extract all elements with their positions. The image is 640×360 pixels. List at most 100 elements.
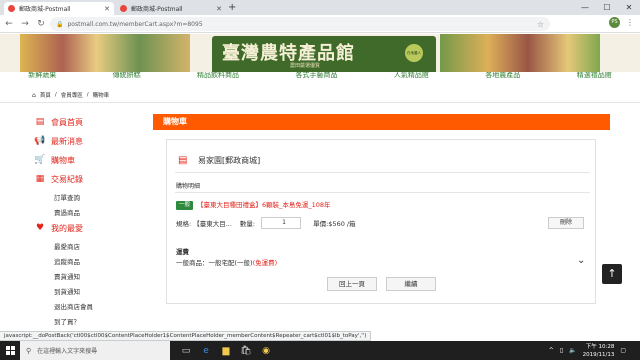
clock-date: 2019/11/13 [582, 351, 615, 358]
sidebar-item-label: 會員首頁 [51, 118, 83, 127]
postmall-favicon-icon [120, 5, 127, 12]
browser-tab-active[interactable]: 郵政商城-Postmall ✕ [4, 2, 114, 15]
category-item[interactable]: 人氣精品館 [394, 72, 429, 78]
sidebar-item-member-home[interactable]: ▤ 會員首頁 [34, 116, 134, 129]
sidebar-sub-tracked[interactable]: 追蹤商品 [54, 256, 134, 266]
category-item[interactable]: 精選禮品館 [577, 72, 612, 78]
tray-chevron-icon[interactable]: ^ [549, 347, 554, 354]
clock[interactable]: 下午 10:28 2019/11/13 [583, 343, 615, 359]
tab-close-icon[interactable]: ✕ [216, 5, 222, 13]
profile-avatar[interactable]: PS [609, 17, 620, 28]
spec-row: 規格: 【臺東大目... 數量: 1 單價:$560 /箱 [176, 217, 356, 229]
product-type-badge: 一般 [176, 201, 194, 210]
record-icon: ▦ [35, 174, 45, 184]
banner-food-image-left [20, 34, 190, 74]
address-url: postmall.com.tw/memberCart.aspx?m=8095 [67, 20, 203, 28]
search-icon: ⚲ [26, 346, 32, 355]
category-item[interactable]: 新鮮蔬果 [28, 72, 56, 78]
network-icon[interactable]: ▯ [560, 347, 563, 354]
category-item[interactable]: 傳統餅糕 [113, 72, 141, 78]
sidebar-sub-notify[interactable]: 賣貨通知 [54, 271, 134, 281]
store-icon: ▤ [178, 155, 188, 166]
quantity-input[interactable]: 1 [261, 217, 302, 229]
member-card-icon: ▤ [35, 117, 45, 127]
heart-icon: ♥ [35, 223, 45, 233]
shipping-free: (免運費) [252, 259, 278, 267]
banner-seal: 在地農人 [405, 44, 423, 62]
taskbar-apps: ▭ e ▆ 🛍 ◉ [178, 343, 274, 359]
notification-icon[interactable]: ▢ [620, 347, 626, 354]
delete-button[interactable]: 刪除 [548, 217, 584, 229]
breadcrumb-member[interactable]: 會員專區 [61, 91, 83, 99]
detail-label: 購物明細 [176, 183, 201, 190]
member-sidebar: ▤ 會員首頁 📢 最新消息 🛒 購物車 ▦ 交易紀錄 訂單查詢 賣過商品 ♥ 我… [34, 116, 134, 331]
folder-icon[interactable]: ▆ [218, 343, 234, 359]
sidebar-item-label: 最新消息 [51, 137, 83, 146]
bookmark-star-icon[interactable]: ☆ [537, 20, 544, 29]
browser-tab-inactive[interactable]: 郵政商城-Postmall ✕ [116, 2, 226, 15]
chrome-icon[interactable]: ◉ [258, 343, 274, 359]
back-button[interactable]: 回上一頁 [327, 277, 377, 291]
sidebar-sub-arrival[interactable]: 到貨通知 [54, 286, 134, 296]
category-item[interactable]: 各地農產品 [485, 72, 520, 78]
postmall-favicon-icon [8, 5, 15, 12]
tab-close-icon[interactable]: ✕ [104, 5, 110, 13]
browser-tab-bar: 郵政商城-Postmall ✕ 郵政商城-Postmall ✕ + — ☐ ✕ [0, 0, 640, 15]
store-name: ▤ 易家園[郵政商城] [178, 155, 260, 166]
lock-icon: 🔒 [56, 20, 64, 28]
taskbar-search[interactable]: ⚲ 在這裡輸入文字來搜尋 [20, 341, 170, 360]
product-link[interactable]: 【臺東大目種田禮盒】6顆裝_本島免運_108年 [197, 201, 331, 210]
continue-button[interactable]: 繼續 [386, 277, 436, 291]
sidebar-item-news[interactable]: 📢 最新消息 [34, 135, 134, 148]
category-item[interactable]: 精品飲料商品 [197, 72, 239, 78]
forward-arrow-icon[interactable]: → [18, 19, 32, 29]
sidebar-item-favorites[interactable]: ♥ 我的最愛 [34, 222, 134, 235]
address-bar[interactable]: 🔒 postmall.com.tw/memberCart.aspx?m=8095… [50, 17, 550, 31]
spec-value: 【臺東大目... [193, 220, 232, 228]
window-controls: — ☐ ✕ [574, 0, 640, 15]
shipping-text: 一般商品：一般宅配(一般) [176, 259, 253, 267]
task-view-icon[interactable]: ▭ [178, 343, 194, 359]
sidebar-sub-more[interactable]: 到了買？ [54, 316, 134, 326]
windows-start-icon[interactable] [0, 341, 20, 360]
maximize-icon[interactable]: ☐ [596, 0, 618, 15]
sidebar-item-label: 交易紀錄 [51, 175, 83, 184]
minimize-icon[interactable]: — [574, 0, 596, 15]
category-item[interactable]: 各式手藝商品 [295, 72, 337, 78]
sidebar-sub-fav-shops[interactable]: 最愛商店 [54, 241, 134, 251]
store-app-icon[interactable]: 🛍 [238, 343, 254, 359]
breadcrumb-home[interactable]: 首頁 [40, 91, 51, 99]
spec-label: 規格: [176, 220, 192, 228]
banner-subtitle: 農田嚴選優質 [290, 63, 321, 69]
sidebar-sub-sold[interactable]: 賣過商品 [54, 207, 134, 217]
divider [0, 102, 640, 103]
back-arrow-icon[interactable]: ← [2, 19, 16, 29]
browser-toolbar: ← → ↻ 🔒 postmall.com.tw/memberCart.aspx?… [0, 15, 640, 33]
sidebar-item-label: 我的最愛 [51, 224, 83, 233]
reload-icon[interactable]: ↻ [34, 19, 48, 29]
scroll-to-top-icon[interactable]: ↑ [602, 264, 622, 284]
volume-icon[interactable]: 🔈 [569, 347, 576, 354]
new-tab-icon[interactable]: + [228, 2, 236, 14]
sidebar-sub-orders[interactable]: 訂單查詢 [54, 192, 134, 202]
breadcrumb: ⌂ 首頁 / 會員專區 / 購物車 [32, 91, 110, 100]
banner-food-image-right [440, 34, 600, 74]
breadcrumb-cart: 購物車 [92, 93, 110, 99]
chevron-down-icon[interactable]: ⌄ [577, 255, 585, 266]
category-nav: 新鮮蔬果 傳統餅糕 精品飲料商品 各式手藝商品 人氣精品館 各地農產品 精選禮品… [0, 72, 640, 78]
menu-kebab-icon[interactable]: ⋮ [626, 18, 634, 27]
toolbar-right: PS ⋮ [609, 17, 634, 28]
price-label: 單價:$560 /箱 [313, 220, 356, 228]
window-close-icon[interactable]: ✕ [618, 0, 640, 15]
qty-label: 數量: [239, 220, 256, 228]
cart-icon: 🛒 [34, 155, 46, 165]
search-placeholder: 在這裡輸入文字來搜尋 [37, 348, 98, 355]
tab-title: 郵政商城-Postmall [131, 6, 183, 13]
shipping-row: 一般商品：一般宅配(一般)(免運費) [176, 257, 277, 267]
shipping-label: 運費 [176, 248, 189, 256]
megaphone-icon: 📢 [34, 136, 46, 146]
sidebar-sub-leave[interactable]: 退出商店會員 [54, 301, 134, 311]
sidebar-item-cart[interactable]: 🛒 購物車 [34, 154, 134, 167]
edge-icon[interactable]: e [198, 343, 214, 359]
sidebar-item-records[interactable]: ▦ 交易紀錄 [34, 173, 134, 186]
